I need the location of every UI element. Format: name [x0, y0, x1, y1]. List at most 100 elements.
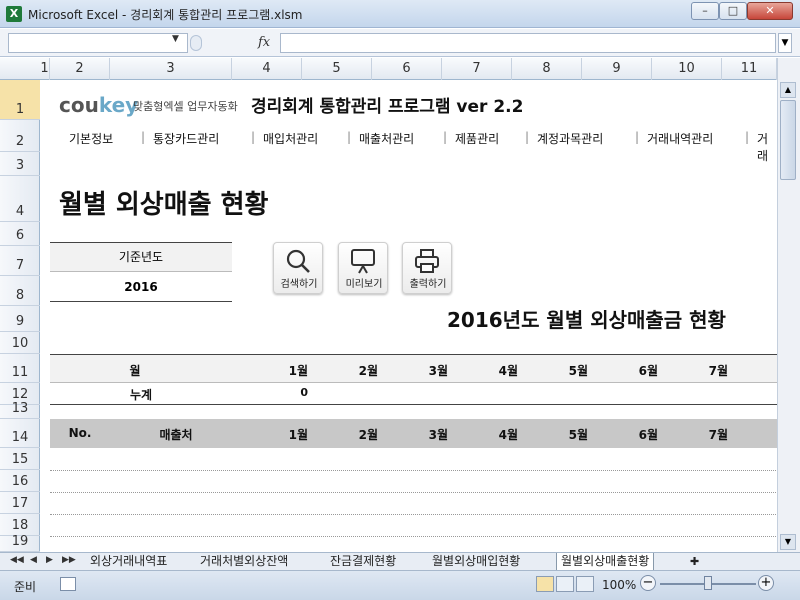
row-header-15[interactable]: 16 — [0, 470, 40, 492]
row-header-2[interactable]: 2 — [0, 120, 40, 152]
row-header-14[interactable]: 15 — [0, 448, 40, 470]
menu-item-5[interactable]: 제품관리 — [455, 130, 499, 147]
zoom-in-button[interactable]: + — [758, 575, 774, 591]
menu-item-3[interactable]: 매입처관리 — [263, 130, 318, 147]
list-header-month-8: 8 — [730, 426, 777, 440]
name-box-dropdown-icon[interactable]: ▼ — [172, 34, 179, 44]
summary-header-row: 월 1월 2월 3월 4월 5월 6월 7월8 — [50, 354, 777, 383]
row-header-1[interactable]: 1 — [0, 80, 40, 120]
sheet-nav-1-icon[interactable]: ◀◀ — [10, 555, 24, 565]
sheet-nav-2-icon[interactable]: ◀ — [30, 555, 37, 565]
sheet-tab-2[interactable]: 거래처별외상잔액 — [200, 553, 288, 571]
row-header-4[interactable]: 4 — [0, 176, 40, 222]
column-header-1[interactable]: 1 — [40, 58, 50, 80]
zoom-out-button[interactable]: − — [640, 575, 656, 591]
row-header-6[interactable]: 7 — [0, 246, 40, 276]
column-header-6[interactable]: 6 — [372, 58, 442, 80]
sheet-nav-3-icon[interactable]: ▶ — [46, 555, 53, 565]
program-title: 경리회계 통합관리 프로그램 ver 2.2 — [251, 97, 524, 117]
year-label: 기준년도 — [50, 242, 232, 272]
formula-input[interactable] — [280, 33, 776, 53]
zoom-slider-thumb[interactable] — [704, 576, 712, 590]
vertical-scroll-thumb[interactable] — [780, 100, 796, 180]
search-button[interactable]: 검색하기 — [273, 242, 323, 294]
sheet-tab-1[interactable]: 외상거래내역표 — [90, 553, 167, 571]
page-title: 월별 외상매출 현황 — [59, 190, 269, 220]
menu-item-6[interactable]: 계정과목관리 — [537, 130, 603, 147]
summary-cumulative-row: 누계 0 — [50, 383, 777, 405]
row-number: 14 — [11, 430, 29, 445]
print-button[interactable]: 출력하기 — [402, 242, 452, 294]
summary-month-2: 2월 — [358, 364, 378, 378]
list-header-month-7: 7월 — [708, 428, 728, 442]
insert-sheet-icon[interactable]: ✚ — [690, 553, 699, 571]
summary-month-6: 6월 — [638, 364, 658, 378]
row-number: 19 — [11, 534, 29, 549]
list-row-4[interactable] — [50, 536, 777, 537]
year-input[interactable]: 2016 — [50, 272, 232, 302]
page-layout-view-icon[interactable] — [556, 576, 574, 592]
scroll-up-icon[interactable]: ▲ — [780, 82, 796, 98]
row-header-10[interactable]: 11 — [0, 354, 40, 383]
column-header-8[interactable]: 8 — [512, 58, 582, 80]
sheet-tab-3[interactable]: 잔금결제현황 — [330, 553, 396, 571]
row-header-7[interactable]: 8 — [0, 276, 40, 306]
summary-month-3: 3월 — [428, 364, 448, 378]
menu-item-4[interactable]: 매출처관리 — [359, 130, 414, 147]
list-row-3[interactable] — [50, 514, 777, 515]
column-header-3[interactable]: 3 — [110, 58, 232, 80]
row-header-13[interactable]: 14 — [0, 419, 40, 448]
scroll-down-icon[interactable]: ▼ — [780, 534, 796, 550]
close-button[interactable]: ✕ — [747, 2, 793, 20]
column-header-10[interactable]: 10 — [652, 58, 722, 80]
excel-app-icon[interactable]: X — [6, 6, 22, 22]
row-header-3[interactable]: 3 — [0, 152, 40, 176]
column-header-5[interactable]: 5 — [302, 58, 372, 80]
column-header-11[interactable]: 11 — [722, 58, 777, 80]
row-header-12[interactable]: 13 — [0, 401, 40, 419]
magnifier-icon — [286, 249, 310, 273]
column-header-2[interactable]: 2 — [50, 58, 110, 80]
summary-month-4: 4월 — [498, 364, 518, 378]
sheet-tab-4[interactable]: 월별외상매입현황 — [432, 553, 520, 571]
row-header-5[interactable]: 6 — [0, 222, 40, 246]
macro-record-icon[interactable] — [60, 577, 76, 591]
list-row-2[interactable] — [50, 492, 777, 493]
row-header-8[interactable]: 9 — [0, 306, 40, 332]
menu-separator: | — [347, 130, 352, 144]
formula-expand-icon[interactable]: ▼ — [778, 33, 792, 53]
name-box[interactable] — [8, 33, 188, 53]
menu-item-8[interactable]: 거래 — [757, 130, 777, 164]
column-header-9[interactable]: 9 — [582, 58, 652, 80]
formula-bar-resize-handle[interactable] — [190, 35, 202, 51]
menu-separator: | — [251, 130, 256, 144]
column-header-4[interactable]: 4 — [232, 58, 302, 80]
insert-function-icon[interactable]: fx — [258, 35, 270, 50]
list-header-month-1: 1월 — [288, 428, 308, 442]
normal-view-icon[interactable] — [536, 576, 554, 592]
minimize-button[interactable]: – — [691, 2, 719, 20]
sheet-grid[interactable]: coukey 맞춤형엑셀 업무자동화 경리회계 통합관리 프로그램 ver 2.… — [41, 80, 777, 552]
printer-icon — [415, 249, 439, 273]
sheet-nav-4-icon[interactable]: ▶▶ — [62, 555, 76, 565]
preview-button[interactable]: 미리보기 — [338, 242, 388, 294]
maximize-button[interactable]: □ — [719, 2, 747, 20]
zoom-level[interactable]: 100% — [602, 578, 636, 592]
row-header-18[interactable]: 19 — [0, 534, 40, 552]
monitor-icon — [351, 249, 375, 274]
list-header-no: No. — [68, 426, 92, 440]
list-row-1[interactable] — [50, 470, 777, 471]
row-header-16[interactable]: 17 — [0, 492, 40, 514]
sheet-tab-5[interactable]: 월별외상매출현황 — [556, 553, 655, 571]
summary-month-header: 월 — [129, 364, 141, 378]
column-header-7[interactable]: 7 — [442, 58, 512, 80]
row-number: 2 — [15, 134, 25, 149]
row-header-17[interactable]: 18 — [0, 514, 40, 536]
page-break-view-icon[interactable] — [576, 576, 594, 592]
menu-item-2[interactable]: 통장카드관리 — [153, 130, 219, 147]
summary-month-8: 8 — [730, 362, 777, 376]
row-number: 4 — [15, 204, 25, 219]
menu-item-1[interactable]: 기본정보 — [69, 130, 113, 147]
menu-item-7[interactable]: 거래내역관리 — [647, 130, 713, 147]
row-header-9[interactable]: 10 — [0, 332, 40, 354]
